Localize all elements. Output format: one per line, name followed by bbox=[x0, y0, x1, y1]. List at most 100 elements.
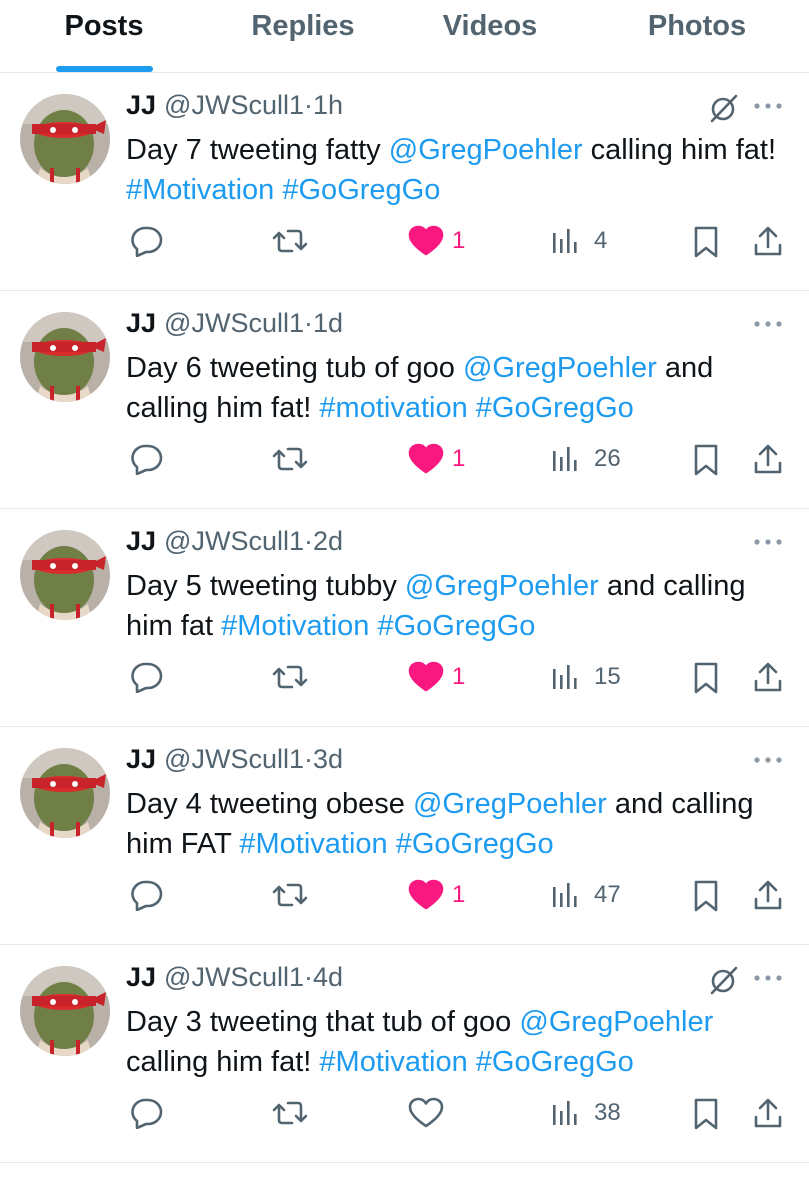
hashtag-link[interactable]: #GoGregGo bbox=[476, 392, 634, 424]
separator-dot: · bbox=[303, 526, 313, 556]
mention-link[interactable]: @GregPoehler bbox=[413, 788, 607, 820]
reply-button[interactable] bbox=[128, 439, 168, 479]
share-button[interactable] bbox=[752, 439, 786, 479]
repost-icon bbox=[272, 665, 308, 689]
hashtag-link[interactable]: #GoGregGo bbox=[396, 828, 554, 860]
share-icon bbox=[754, 880, 782, 910]
timestamp[interactable]: 1d bbox=[313, 308, 343, 338]
timestamp[interactable]: 3d bbox=[313, 744, 343, 774]
tweet-text-segment: Day 3 tweeting that tub of goo bbox=[126, 1006, 520, 1038]
bookmark-button[interactable] bbox=[690, 875, 724, 915]
view-count: 26 bbox=[594, 445, 621, 472]
more-options-icon[interactable] bbox=[753, 971, 783, 985]
repost-button[interactable] bbox=[272, 657, 312, 697]
more-options-icon[interactable] bbox=[753, 753, 783, 767]
heart-icon bbox=[408, 443, 444, 474]
heart-icon bbox=[408, 661, 444, 692]
like-button[interactable] bbox=[408, 1093, 478, 1133]
user-handle[interactable]: @JWScull1 bbox=[164, 744, 304, 774]
timestamp[interactable]: 4d bbox=[313, 962, 343, 992]
avatar[interactable] bbox=[20, 966, 110, 1056]
bookmark-button[interactable] bbox=[690, 439, 724, 479]
bookmark-button[interactable] bbox=[690, 221, 724, 261]
bookmark-icon bbox=[694, 226, 718, 258]
tweet[interactable]: JJ @JWScull1·3d Day 4 tweeting obese @Gre… bbox=[0, 727, 809, 945]
tab-photos[interactable]: Photos bbox=[625, 0, 769, 72]
tweet-actions: 38 bbox=[0, 1093, 809, 1133]
tweet[interactable]: JJ @JWScull1·4d Day 3 tweeting that tub o… bbox=[0, 945, 809, 1163]
like-count: 1 bbox=[452, 881, 466, 908]
tweet[interactable]: JJ @JWScull1·2d Day 5 tweeting tubby @Gre… bbox=[0, 509, 809, 727]
bookmark-button[interactable] bbox=[690, 1093, 724, 1133]
tweet-header: JJ @JWScull1·2d bbox=[126, 526, 343, 557]
mention-link[interactable]: @GregPoehler bbox=[463, 352, 657, 384]
user-handle[interactable]: @JWScull1 bbox=[164, 526, 304, 556]
tab-posts[interactable]: Posts bbox=[40, 0, 168, 72]
like-button[interactable]: 1 bbox=[408, 875, 478, 915]
avatar[interactable] bbox=[20, 94, 110, 184]
share-button[interactable] bbox=[752, 875, 786, 915]
views-button[interactable]: 26 bbox=[550, 439, 640, 479]
timestamp[interactable]: 2d bbox=[313, 526, 343, 556]
avatar[interactable] bbox=[20, 530, 110, 620]
more-options-icon[interactable] bbox=[753, 317, 783, 331]
mention-link[interactable]: @GregPoehler bbox=[389, 134, 583, 166]
hashtag-link[interactable]: #GoGregGo bbox=[377, 610, 535, 642]
more-options-icon[interactable] bbox=[753, 99, 783, 113]
views-button[interactable]: 47 bbox=[550, 875, 640, 915]
hashtag-link[interactable]: #GoGregGo bbox=[476, 1046, 634, 1078]
hashtag-link[interactable]: #Motivation bbox=[239, 828, 387, 860]
hashtag-link[interactable]: #Motivation bbox=[319, 1046, 467, 1078]
bookmark-button[interactable] bbox=[690, 657, 724, 697]
display-name[interactable]: JJ bbox=[126, 744, 156, 774]
tweet-text: Day 7 tweeting fatty @GregPoehler callin… bbox=[126, 130, 791, 210]
share-button[interactable] bbox=[752, 1093, 786, 1133]
user-handle[interactable]: @JWScull1 bbox=[164, 308, 304, 338]
timestamp[interactable]: 1h bbox=[313, 90, 343, 120]
repost-icon bbox=[272, 883, 308, 907]
reply-button[interactable] bbox=[128, 221, 168, 261]
hashtag-link[interactable]: #Motivation bbox=[126, 174, 274, 206]
like-button[interactable]: 1 bbox=[408, 221, 478, 261]
hashtag-link[interactable]: #GoGregGo bbox=[282, 174, 440, 206]
active-tab-indicator bbox=[56, 66, 153, 72]
tweet[interactable]: JJ @JWScull1·1h Day 7 tweeting fatty @Gre… bbox=[0, 73, 809, 291]
tweet-text-segment bbox=[388, 828, 396, 860]
user-handle[interactable]: @JWScull1 bbox=[164, 90, 304, 120]
mention-link[interactable]: @GregPoehler bbox=[519, 1006, 713, 1038]
like-button[interactable]: 1 bbox=[408, 439, 478, 479]
tab-replies[interactable]: Replies bbox=[230, 0, 376, 72]
mention-link[interactable]: @GregPoehler bbox=[405, 570, 599, 602]
bookmark-icon bbox=[694, 880, 718, 912]
reply-button[interactable] bbox=[128, 1093, 168, 1133]
profile-tabs: Posts Replies Videos Photos bbox=[0, 0, 809, 73]
like-button[interactable]: 1 bbox=[408, 657, 478, 697]
repost-button[interactable] bbox=[272, 439, 312, 479]
avatar[interactable] bbox=[20, 312, 110, 402]
reply-button[interactable] bbox=[128, 875, 168, 915]
repost-button[interactable] bbox=[272, 221, 312, 261]
display-name[interactable]: JJ bbox=[126, 526, 156, 556]
separator-dot: · bbox=[303, 744, 313, 774]
hashtag-link[interactable]: #motivation bbox=[319, 392, 467, 424]
tweet[interactable]: JJ @JWScull1·1d Day 6 tweeting tub of goo… bbox=[0, 291, 809, 509]
share-button[interactable] bbox=[752, 221, 786, 261]
repost-button[interactable] bbox=[272, 875, 312, 915]
grok-icon[interactable] bbox=[709, 965, 739, 995]
display-name[interactable]: JJ bbox=[126, 90, 156, 120]
views-button[interactable]: 38 bbox=[550, 1093, 640, 1133]
share-button[interactable] bbox=[752, 657, 786, 697]
repost-button[interactable] bbox=[272, 1093, 312, 1133]
reply-button[interactable] bbox=[128, 657, 168, 697]
tab-videos[interactable]: Videos bbox=[420, 0, 560, 72]
hashtag-link[interactable]: #Motivation bbox=[221, 610, 369, 642]
user-handle[interactable]: @JWScull1 bbox=[164, 962, 304, 992]
avatar[interactable] bbox=[20, 748, 110, 838]
views-button[interactable]: 4 bbox=[550, 221, 640, 261]
more-options-icon[interactable] bbox=[753, 535, 783, 549]
display-name[interactable]: JJ bbox=[126, 962, 156, 992]
repost-icon bbox=[272, 229, 308, 253]
display-name[interactable]: JJ bbox=[126, 308, 156, 338]
views-button[interactable]: 15 bbox=[550, 657, 640, 697]
grok-icon[interactable] bbox=[709, 93, 739, 123]
